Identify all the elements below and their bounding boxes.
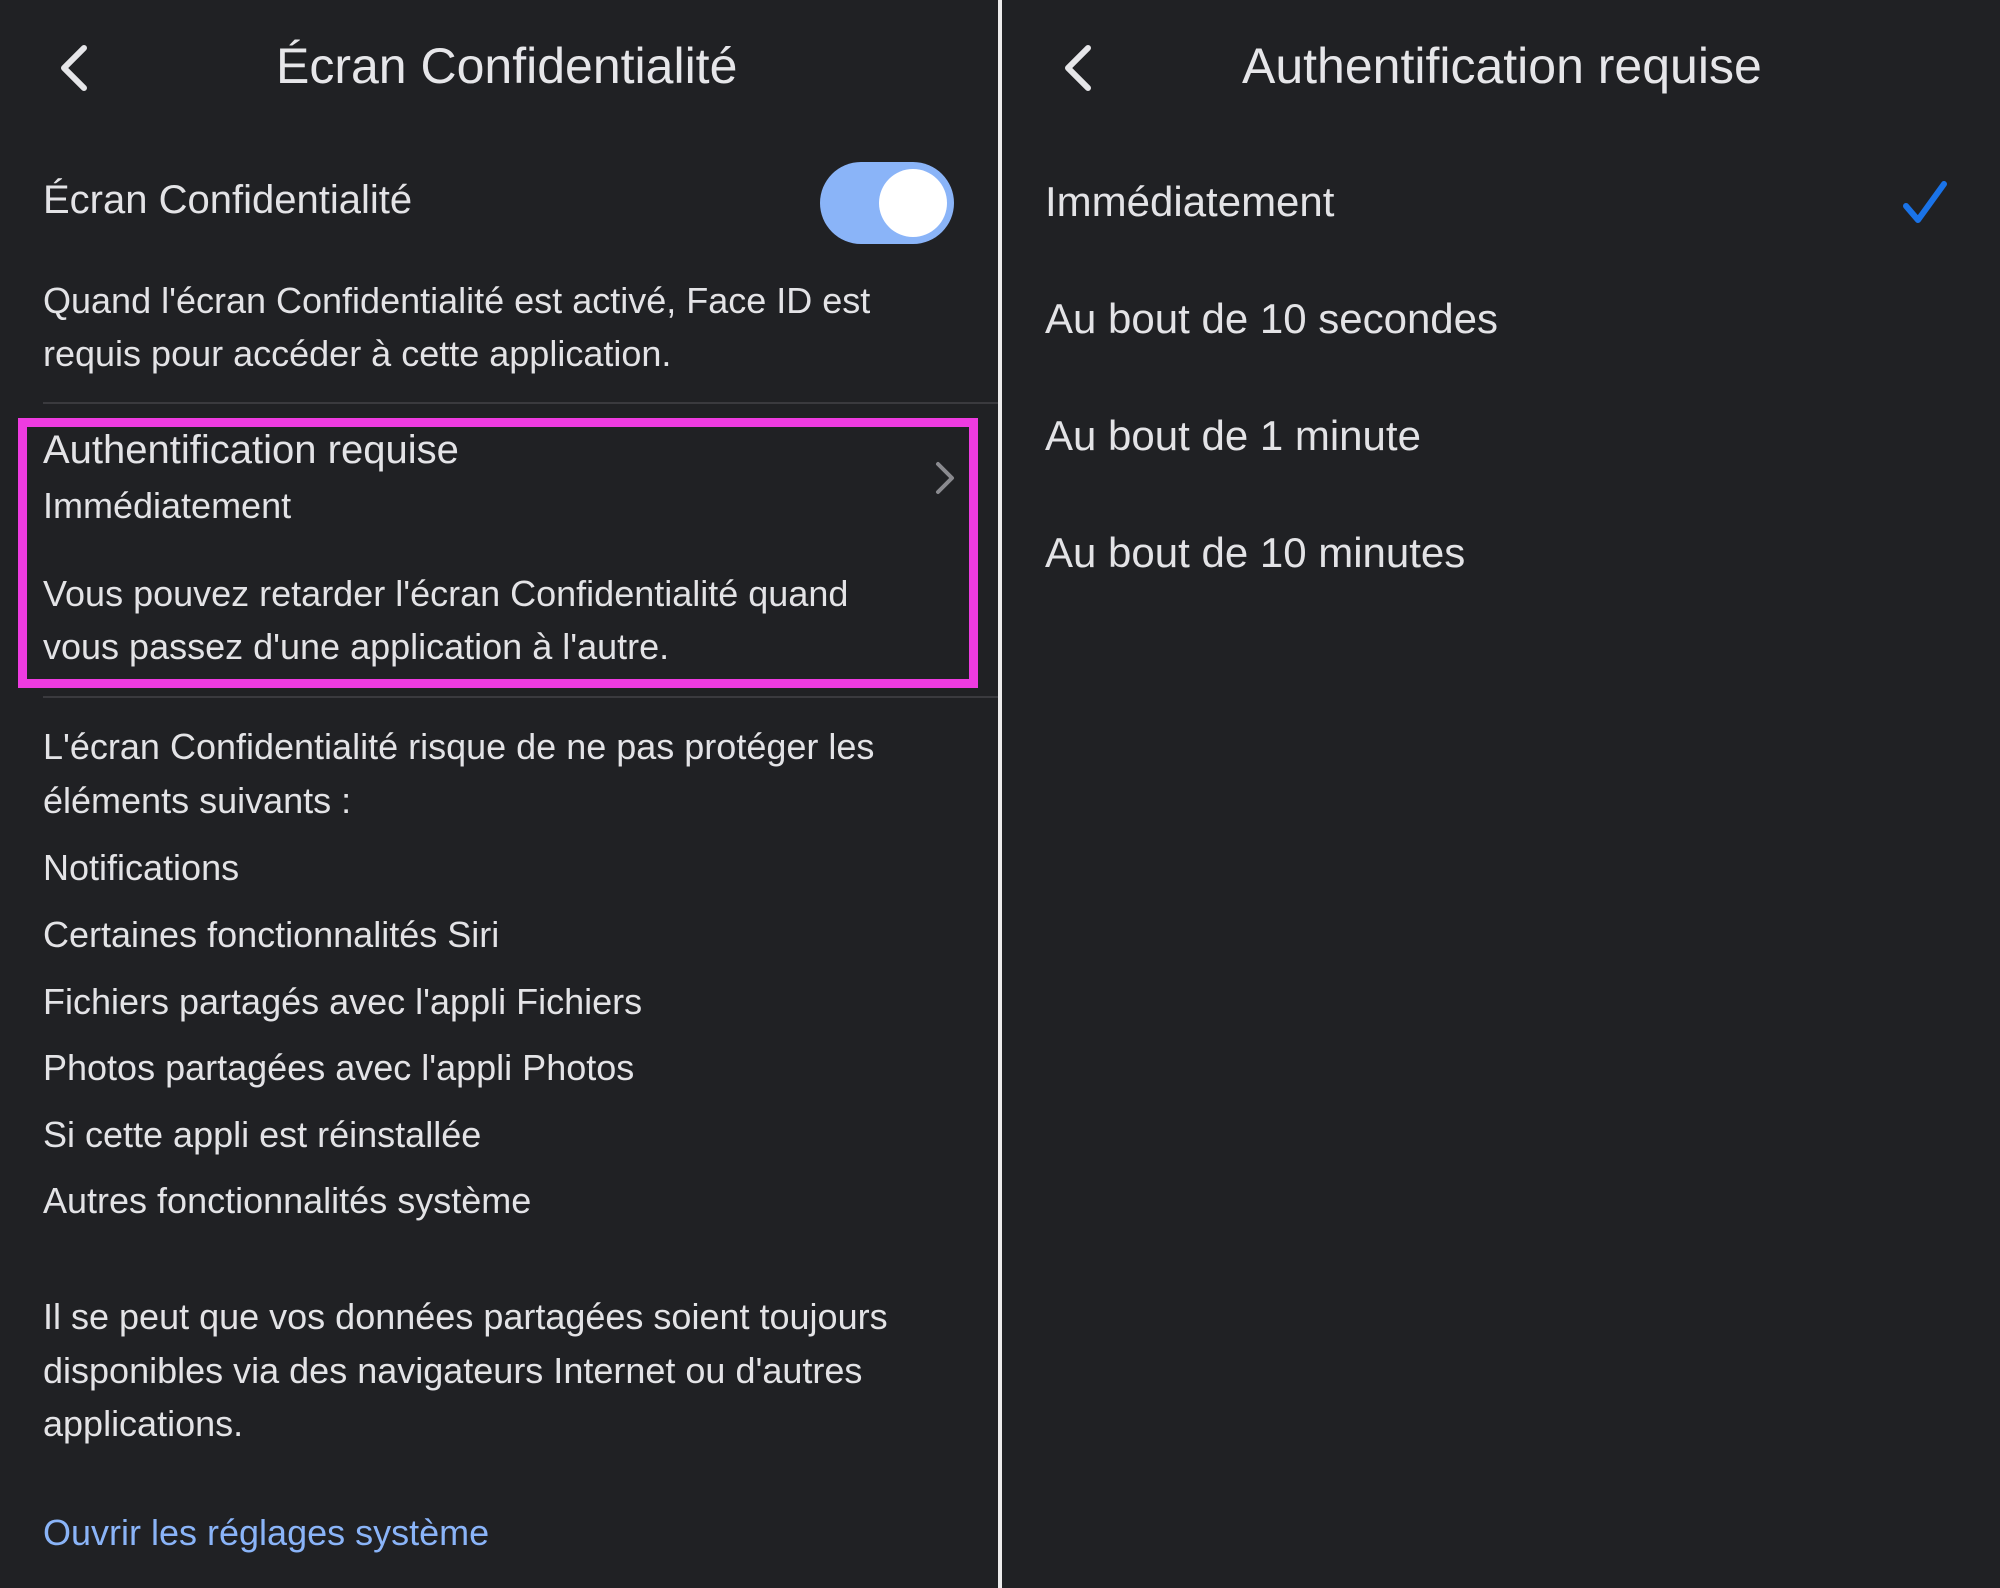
toggle-description-line-2: requis pour accéder à cette application.	[43, 333, 672, 374]
shared-note-line-3: applications.	[43, 1403, 244, 1444]
list-item: Notifications	[43, 847, 240, 888]
back-button[interactable]	[46, 38, 106, 98]
risk-intro-line-1: L'écran Confidentialité risque de ne pas…	[43, 726, 875, 767]
auth-required-panel	[1002, 0, 2000, 1588]
list-item: Fichiers partagés avec l'appli Fichiers	[43, 981, 643, 1022]
auth-row-value: Immédiatement	[43, 485, 292, 526]
checkmark-icon	[1903, 181, 1947, 223]
auth-description-line-2: vous passez d'une application à l'autre.	[43, 626, 670, 667]
risk-intro-line-2: éléments suivants :	[43, 780, 352, 821]
option-immediately[interactable]: Immédiatement	[1045, 178, 1334, 226]
divider	[43, 696, 998, 698]
privacy-screen-toggle[interactable]	[820, 162, 954, 244]
privacy-toggle-label: Écran Confidentialité	[43, 178, 413, 222]
shared-note-line-1: Il se peut que vos données partagées soi…	[43, 1296, 888, 1337]
list-item: Si cette appli est réinstallée	[43, 1114, 482, 1155]
chevron-left-icon	[61, 45, 87, 91]
shared-note-line-2: disponibles via des navigateurs Internet…	[43, 1350, 863, 1391]
chevron-left-icon	[1065, 45, 1091, 91]
chevron-right-icon	[936, 462, 954, 494]
divider	[43, 402, 998, 404]
open-system-settings-link[interactable]: Ouvrir les réglages système	[43, 1512, 489, 1554]
list-item: Autres fonctionnalités système	[43, 1180, 532, 1221]
option-10-seconds[interactable]: Au bout de 10 secondes	[1045, 295, 1498, 343]
option-1-minute[interactable]: Au bout de 1 minute	[1045, 412, 1421, 460]
list-item: Certaines fonctionnalités Siri	[43, 914, 500, 955]
privacy-screen-panel: Écran Confidentialité Écran Confidential…	[0, 0, 998, 1588]
back-button[interactable]	[1050, 38, 1110, 98]
auth-row-title: Authentification requise	[43, 428, 459, 472]
auth-description-line-1: Vous pouvez retarder l'écran Confidentia…	[43, 573, 849, 614]
toggle-description-line-1: Quand l'écran Confidentialité est activé…	[43, 280, 871, 321]
toggle-knob	[879, 169, 947, 237]
page-title: Écran Confidentialité	[276, 38, 738, 94]
option-10-minutes[interactable]: Au bout de 10 minutes	[1045, 529, 1465, 577]
page-title: Authentification requise	[1242, 38, 1762, 94]
selected-option-check	[1900, 178, 1950, 228]
list-item: Photos partagées avec l'appli Photos	[43, 1047, 635, 1088]
